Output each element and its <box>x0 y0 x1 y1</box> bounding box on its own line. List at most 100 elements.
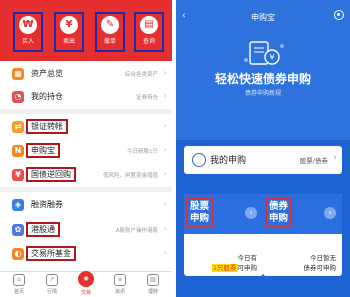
menu-item-label: 我的持仓 <box>31 92 63 101</box>
query-label: 查询 <box>142 38 155 45</box>
chevron-right-icon: › <box>163 248 167 257</box>
sell-label: 卖出 <box>62 38 75 45</box>
menu-item-exchange-fund[interactable]: ◐ 交易所基金 › <box>0 243 172 265</box>
menu-item-subscription[interactable]: N 申购宝 今日新股1只 › <box>0 140 172 162</box>
menu-item-label: 国债逆回购 <box>26 167 76 182</box>
tab-trade[interactable]: ◉ 交易 <box>71 271 101 296</box>
chevron-right-icon: › <box>333 153 337 163</box>
bottom-tab-bar: ⌂ 首页 ↗ 行情 ◉ 交易 ≡ 资讯 ▥ 理财 <box>0 271 172 297</box>
menu-item-label: 融资融券 <box>31 200 63 209</box>
status-bar <box>0 0 172 11</box>
tile-status-line2: 债券可申购 <box>303 264 337 272</box>
tile-title-line2: 申购 <box>190 213 210 224</box>
menu-item-bank-transfer[interactable]: ⇄ 银证转帐 › <box>0 116 172 138</box>
arrow-right-icon: › <box>324 207 336 219</box>
chevron-right-icon: › <box>163 224 167 233</box>
menu-item-label: 银证转帐 <box>26 119 68 134</box>
wealth-icon: ▥ <box>147 274 159 286</box>
cancel-order-button[interactable]: ✎ 撤单 <box>95 12 125 52</box>
tab-label: 行情 <box>46 289 57 295</box>
reverse-repo-icon: ¥ <box>12 169 24 181</box>
right-phone-screen: ‹ 申购宝 ¥ 轻松快速债券申购 债券申购新规 我的申购 股票/债券 › 股票 … <box>176 0 350 297</box>
menu-item-label: 港股通 <box>26 222 60 237</box>
menu-item-hint: A股账户操作港股 <box>115 228 158 234</box>
tile-status-line1: 今日暂无 <box>310 254 336 262</box>
tab-label: 交易 <box>80 290 91 296</box>
menu-item-asset-overview[interactable]: ▦ 资产总览 综合各类资产 › <box>0 63 172 85</box>
coin-illustration-icon: ¥ <box>244 41 284 65</box>
section-divider <box>0 187 172 192</box>
menu-item-hint: 低风险，闲置资金增值 <box>102 173 158 179</box>
menu-item-hint: 今日新股1只 <box>127 149 158 155</box>
bond-subscription-tile[interactable]: 债券 申购 › 今日暂无 债券可申购 <box>263 194 342 276</box>
tile-status-line1: 今日有 <box>237 254 258 262</box>
new-stock-count: 1只股票 <box>211 264 238 272</box>
menu-item-hk-connect[interactable]: ✿ 港股通 A股账户操作港股 › <box>0 219 172 241</box>
chevron-right-icon: › <box>163 91 167 100</box>
gear-icon[interactable] <box>334 10 344 20</box>
menu-item-label: 交易所基金 <box>26 246 76 261</box>
trade-menu-list: ▦ 资产总览 综合各类资产 › ◔ 我的持仓 证券持仓 › ⇄ 银证转帐 › N… <box>0 61 172 271</box>
chevron-right-icon: › <box>163 68 167 77</box>
hk-connect-icon: ✿ <box>12 224 24 236</box>
tab-label: 资讯 <box>114 289 125 295</box>
sell-button[interactable]: ¥ 卖出 <box>54 12 84 52</box>
cancel-order-icon: ✎ <box>101 16 119 34</box>
bank-transfer-icon: ⇄ <box>12 121 24 133</box>
page-title: 申购宝 <box>251 13 275 22</box>
menu-item-hint: 综合各类资产 <box>124 72 158 78</box>
tab-news[interactable]: ≡ 资讯 <box>105 274 135 295</box>
home-icon: ⌂ <box>13 274 25 286</box>
menu-item-reverse-repo[interactable]: ¥ 国债逆回购 低风险，闲置资金增值 › <box>0 164 172 186</box>
svg-text:¥: ¥ <box>269 53 274 62</box>
left-phone-screen: ₩ 买入 ¥ 卖出 ✎ 撤单 ▤ 查询 ▦ 资产总览 综合各类资产 › ◔ 我的… <box>0 0 172 297</box>
my-subscription-icon <box>192 153 206 167</box>
tile-title-line1: 股票 <box>190 201 210 212</box>
buy-label: 买入 <box>21 38 34 45</box>
tile-title: 债券 申购 <box>264 198 293 228</box>
arrow-right-icon: › <box>245 207 257 219</box>
query-icon: ▤ <box>140 16 158 34</box>
news-icon: ≡ <box>114 274 126 286</box>
menu-item-label: 申购宝 <box>26 143 60 158</box>
banner-subheadline[interactable]: 债券申购新规 <box>176 88 350 97</box>
chevron-right-icon: › <box>163 145 167 154</box>
tab-wealth[interactable]: ▥ 理财 <box>138 274 168 295</box>
query-button[interactable]: ▤ 查询 <box>134 12 164 52</box>
menu-item-label: 资产总览 <box>31 69 63 78</box>
asset-overview-icon: ▦ <box>12 68 24 80</box>
subscription-icon: N <box>12 145 24 157</box>
section-divider <box>0 109 172 114</box>
my-subscription-label: 我的申购 <box>210 156 247 166</box>
tile-status-line2: 1只股票可申购 <box>211 262 258 272</box>
tile-title: 股票 申购 <box>185 198 214 228</box>
my-subscription-hint: 股票/债券 <box>299 157 328 165</box>
chevron-right-icon: › <box>163 199 167 208</box>
market-icon: ↗ <box>46 274 58 286</box>
tab-market[interactable]: ↗ 行情 <box>37 274 67 295</box>
holdings-icon: ◔ <box>12 91 24 103</box>
menu-item-hint: 证券持仓 <box>135 95 158 101</box>
stock-subscription-tile[interactable]: 股票 申购 › 今日有 1只股票可申购 <box>184 194 263 276</box>
banner-headline: 轻松快速债券申购 <box>214 72 311 86</box>
tile-status-rest: 可申购 <box>237 264 258 272</box>
tile-title-line2: 申购 <box>269 213 289 224</box>
sell-icon: ¥ <box>60 16 78 34</box>
tab-label: 首页 <box>13 289 24 295</box>
menu-item-margin-trading[interactable]: ◈ 融资融券 › <box>0 194 172 216</box>
my-subscription-card[interactable]: 我的申购 股票/债券 › <box>184 146 342 174</box>
buy-button[interactable]: ₩ 买入 <box>13 12 43 52</box>
exchange-fund-icon: ◐ <box>12 248 24 260</box>
trade-icon: ◉ <box>78 271 94 287</box>
tile-title-line1: 债券 <box>269 201 289 212</box>
tab-label: 理财 <box>147 289 158 295</box>
menu-item-my-holdings[interactable]: ◔ 我的持仓 证券持仓 › <box>0 86 172 108</box>
chevron-right-icon: › <box>163 121 167 130</box>
chevron-right-icon: › <box>163 169 167 178</box>
quick-action-bar: ₩ 买入 ¥ 卖出 ✎ 撤单 ▤ 查询 <box>0 11 172 61</box>
status-bar <box>176 0 350 10</box>
cancel-order-label: 撤单 <box>103 38 116 45</box>
margin-trading-icon: ◈ <box>12 199 24 211</box>
tab-home[interactable]: ⌂ 首页 <box>4 274 34 295</box>
buy-icon: ₩ <box>19 16 37 34</box>
